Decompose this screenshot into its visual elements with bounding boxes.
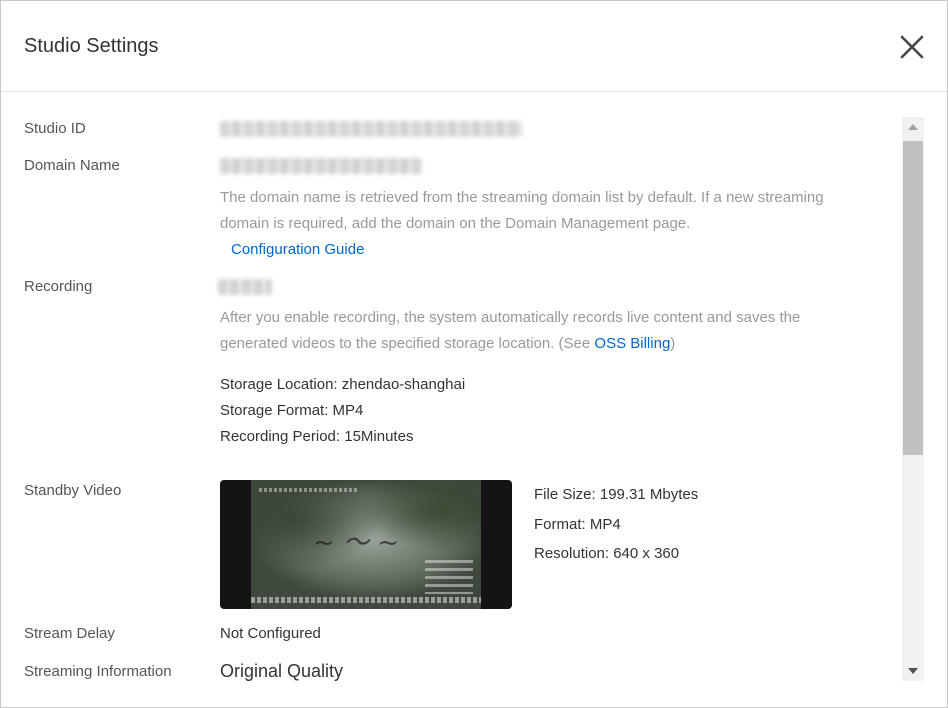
oss-billing-link[interactable]: OSS Billing	[594, 335, 670, 352]
dialog-body: Studio ID Domain Name The domain name is…	[1, 93, 947, 689]
video-top-caption	[259, 488, 359, 492]
video-bottom-caption	[251, 597, 481, 603]
dialog-title: Studio Settings	[24, 35, 159, 57]
standby-video-thumbnail[interactable]: ~ ～ ~	[220, 480, 512, 609]
recording-description-prefix: After you enable recording, the system a…	[220, 309, 801, 352]
recording-description: After you enable recording, the system a…	[220, 305, 840, 357]
video-side-caption	[425, 560, 473, 594]
standby-video-resolution: Resolution: 640 x 360	[534, 545, 680, 562]
dialog-header: Studio Settings	[1, 1, 947, 92]
domain-name-description: The domain name is retrieved from the st…	[220, 185, 840, 263]
recording-period: Recording Period: 15Minutes	[220, 428, 414, 445]
configuration-guide-link[interactable]: Configuration Guide	[220, 241, 364, 258]
standby-video-label: Standby Video	[24, 482, 122, 499]
studio-settings-dialog: Studio Settings Studio ID Domain Name Th…	[0, 0, 948, 708]
standby-video-format: Format: MP4	[534, 516, 621, 533]
standby-video-file-size: File Size: 199.31 Mbytes	[534, 486, 699, 503]
streaming-information-label: Streaming Information	[24, 663, 172, 680]
stream-delay-label: Stream Delay	[24, 625, 115, 642]
recording-value-redacted	[218, 279, 272, 295]
scroll-down-arrow-icon[interactable]	[908, 668, 918, 674]
domain-name-label: Domain Name	[24, 157, 120, 174]
video-title-graphic: ~ ～ ~	[313, 528, 400, 558]
stream-delay-value: Not Configured	[220, 625, 321, 642]
vertical-scrollbar[interactable]	[902, 117, 924, 681]
storage-format: Storage Format: MP4	[220, 402, 364, 419]
recording-label: Recording	[24, 278, 93, 295]
storage-location: Storage Location: zhendao-shanghai	[220, 376, 466, 393]
domain-name-description-text: The domain name is retrieved from the st…	[220, 189, 824, 232]
scroll-up-arrow-icon[interactable]	[908, 124, 918, 130]
video-frame: ~ ～ ~	[251, 480, 481, 609]
recording-description-suffix: )	[670, 335, 676, 352]
studio-id-value-redacted	[220, 121, 522, 137]
streaming-quality-value: Original Quality	[220, 661, 344, 681]
domain-name-value-redacted	[220, 158, 422, 174]
scroll-thumb[interactable]	[903, 141, 923, 455]
close-icon[interactable]	[897, 32, 927, 62]
studio-id-label: Studio ID	[24, 120, 86, 137]
